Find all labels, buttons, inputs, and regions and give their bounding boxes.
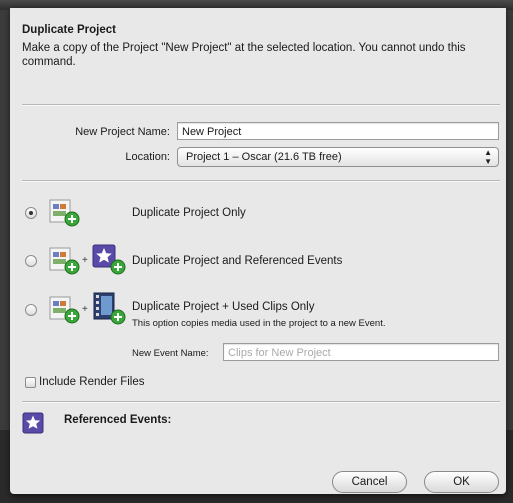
option-note: This option copies media used in the pro…: [132, 318, 386, 329]
option-label-duplicate-project-only: Duplicate Project Only: [132, 207, 246, 219]
project-name-label: New Project Name:: [75, 126, 170, 138]
location-value: Project 1 – Oscar (21.6 TB free): [186, 151, 342, 163]
plus-icon: +: [82, 304, 88, 315]
event-star-icon: [92, 244, 126, 279]
option-label-duplicate-project-used-clips: Duplicate Project + Used Clips Only: [132, 301, 315, 313]
ok-button[interactable]: OK: [424, 471, 499, 493]
divider: [22, 180, 500, 182]
duplicate-project-sheet: Duplicate Project Make a copy of the Pro…: [10, 8, 506, 494]
cancel-button[interactable]: Cancel: [332, 471, 407, 493]
option-label-duplicate-project-referenced-events: Duplicate Project and Referenced Events: [132, 255, 343, 267]
plus-icon: +: [82, 255, 88, 266]
include-render-files-label: Include Render Files: [39, 376, 145, 388]
film-clip-icon: [92, 292, 126, 329]
radio-duplicate-project-only[interactable]: [25, 207, 37, 219]
dialog-title: Duplicate Project: [22, 24, 116, 36]
new-event-name-field[interactable]: Clips for New Project: [223, 343, 499, 361]
radio-duplicate-project-used-clips[interactable]: [25, 304, 37, 316]
include-render-files-checkbox[interactable]: [25, 377, 36, 388]
divider: [22, 401, 500, 403]
divider: [22, 104, 500, 106]
updown-arrows-icon: ▲ ▼: [484, 148, 492, 166]
referenced-events-label: Referenced Events:: [64, 414, 172, 426]
location-label: Location:: [125, 151, 170, 163]
location-popup[interactable]: Project 1 – Oscar (21.6 TB free) ▲ ▼: [177, 147, 499, 167]
new-event-name-label: New Event Name:: [132, 348, 209, 359]
event-star-icon: [22, 412, 44, 437]
project-icon: [48, 246, 82, 279]
project-icon: [48, 198, 82, 231]
project-name-field[interactable]: New Project: [177, 122, 499, 140]
dialog-description: Make a copy of the Project "New Project"…: [22, 42, 466, 68]
project-icon: [48, 295, 82, 328]
radio-duplicate-project-referenced-events[interactable]: [25, 255, 37, 267]
